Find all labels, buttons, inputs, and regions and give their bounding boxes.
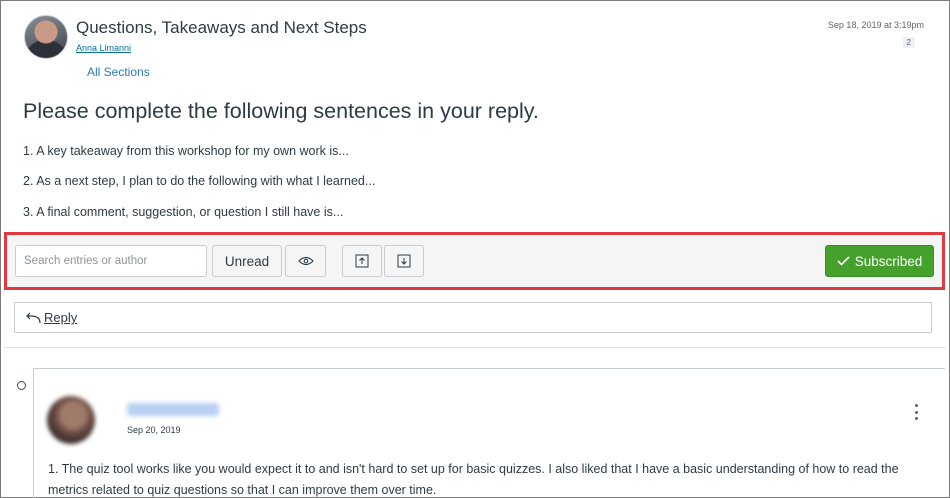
entry-author-link-redacted[interactable] xyxy=(127,403,219,416)
prompt-line: 3. A final comment, suggestion, or quest… xyxy=(23,205,344,219)
entry-date: Sep 20, 2019 xyxy=(127,425,181,435)
subscribed-button[interactable]: Subscribed xyxy=(825,245,934,277)
prompt-line: 2. As a next step, I plan to do the foll… xyxy=(23,174,376,188)
post-date: Sep 18, 2019 at 3:19pm xyxy=(827,20,924,30)
all-sections-link[interactable]: All Sections xyxy=(87,65,150,79)
collapse-all-icon xyxy=(355,254,369,268)
author-avatar[interactable] xyxy=(24,15,68,59)
discussion-toolbar: Unread Subscribed xyxy=(4,232,945,290)
section-divider xyxy=(4,347,946,348)
prompt-heading: Please complete the following sentences … xyxy=(23,99,539,123)
reply-arrow-icon xyxy=(26,312,41,323)
entry-author-avatar[interactable] xyxy=(47,396,95,444)
entry-text: 1. The quiz tool works like you would ex… xyxy=(48,462,899,497)
reply-button[interactable]: Reply xyxy=(14,302,932,333)
checkmark-icon xyxy=(837,256,850,266)
expand-all-button[interactable] xyxy=(384,245,424,277)
topic-title: Questions, Takeaways and Next Steps xyxy=(76,18,367,37)
prompt-line: 1. A key takeaway from this workshop for… xyxy=(23,144,349,158)
unread-filter-button[interactable]: Unread xyxy=(212,245,282,277)
thread-indicator xyxy=(17,381,26,390)
eye-icon xyxy=(297,256,314,266)
mark-all-read-button[interactable] xyxy=(285,245,326,277)
search-entries-input[interactable] xyxy=(15,245,207,277)
reply-count-badge: 2 xyxy=(902,37,915,48)
unread-label: Unread xyxy=(224,253,270,269)
expand-all-icon xyxy=(397,254,411,268)
author-link[interactable]: Anna Limanni xyxy=(76,43,131,53)
collapse-all-button[interactable] xyxy=(342,245,382,277)
kebab-menu-icon[interactable] xyxy=(915,404,919,420)
reply-label: Reply xyxy=(44,310,78,325)
subscribed-label: Subscribed xyxy=(854,253,923,269)
